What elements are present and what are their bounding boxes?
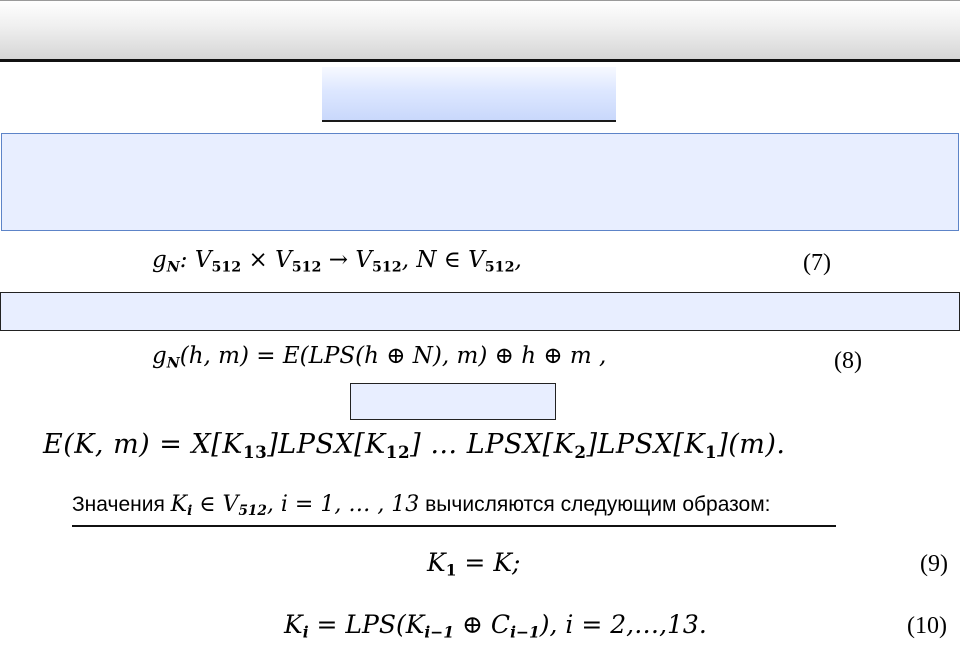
formula-e: E(K, m) = X[K13]LPSX[K12] … LPSX[K2]LPSX…: [43, 429, 786, 463]
header-bar: [0, 0, 960, 62]
formula-10: Ki = LPS(Ki−1 ⊕ Ci−1), i = 2,…,13.: [284, 610, 707, 642]
equation-number-7: (7): [803, 250, 831, 276]
formula-7: gN: V512 × V512 → V512, N ∈ V512,: [152, 247, 522, 276]
equation-number-9: (9): [920, 551, 948, 577]
formula-8: gN(h, m) = E(LPS(h ⊕ N), m) ⊕ h ⊕ m ,: [152, 343, 607, 372]
equation-number-8: (8): [834, 348, 862, 374]
formula-9: K1 = K;: [427, 548, 521, 580]
header-bar-edge: [0, 0, 960, 1]
description-box: [1, 133, 959, 231]
key-definition-line: Значения Ki ∈ V512, i = 1, … , 13 вычисл…: [72, 492, 836, 527]
definition-box: [0, 292, 960, 331]
equation-number-10: (10): [907, 613, 947, 639]
label-box: [350, 383, 556, 420]
title-box: [322, 67, 616, 122]
